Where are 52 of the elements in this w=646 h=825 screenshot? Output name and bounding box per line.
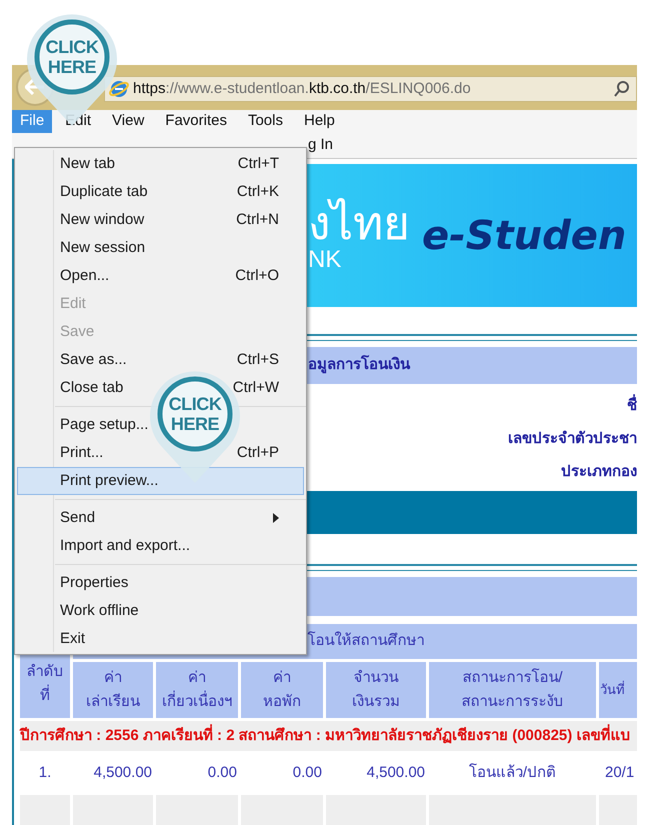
url-text: ://www.e-studentloan. [166, 78, 309, 99]
shortcut-label: Ctrl+O [235, 266, 279, 286]
shortcut-label: Ctrl+S [236, 350, 279, 370]
sign-in-link[interactable]: g In [308, 134, 334, 157]
menu-bar-item[interactable]: Tools [240, 110, 291, 133]
url-text: https [133, 78, 166, 99]
menu-item[interactable]: Duplicate tab [60, 180, 148, 204]
table-header-cell: วันที่ [599, 662, 637, 718]
table-header-cell: สถานะการโอน/ สถานะการระงับ [429, 662, 596, 718]
shortcut-label: Ctrl+W [232, 378, 279, 398]
table-group-row: ปีการศึกษา : 2556 ภาคเรียนที่ : 2 สถานศึกษา : มหาวิทยาลัยราชภัฏเชียงราย (000825) เลขที่แบ [20, 721, 637, 751]
menu-item[interactable]: New tab [60, 152, 116, 176]
menu-item[interactable]: Close tab [60, 376, 124, 400]
table-header-cell: จำนวน เงินรวม [326, 662, 426, 718]
menu-bar-item[interactable]: Favorites [157, 110, 235, 133]
menu-item[interactable]: Print... [60, 442, 104, 464]
section-title: อมูลการโอนเงิน [308, 354, 410, 376]
shortcut-label: Ctrl+N [236, 210, 279, 230]
menu-item[interactable]: Save as... [60, 348, 127, 372]
url-text: /ESLINQ006.do [366, 78, 471, 99]
menu-item[interactable]: Send [60, 506, 279, 530]
shortcut-label: Ctrl+P [236, 442, 279, 463]
table-cell-text: 1. [38, 762, 52, 783]
info-label: ประเภทกอง [561, 462, 637, 482]
menu-item[interactable]: Import and export... [60, 534, 190, 558]
table-header-cell: ค่า เล่าเรียน [73, 662, 153, 718]
shortcut-label: Ctrl+K [236, 182, 279, 202]
menu-item[interactable]: New window [60, 208, 144, 232]
table-header-cell: ค่า เกี่ยวเนื่องฯ [156, 662, 238, 718]
menu-bar-item[interactable]: View [104, 110, 152, 133]
product-logo-text: e-Studen [422, 212, 626, 260]
menu-item[interactable]: Page setup... [60, 414, 148, 436]
url-text: ktb.co.th [308, 78, 366, 99]
table-header-cell: ค่า หอพัก [241, 662, 323, 718]
menu-item[interactable]: Print preview... [17, 467, 304, 495]
menu-item[interactable]: New session [60, 236, 146, 260]
bank-name: งไทย [308, 200, 410, 246]
table-cell-text: 4,500.00 [92, 762, 153, 783]
menu-item[interactable]: Work offline [60, 600, 139, 622]
menu-item[interactable]: Properties [60, 572, 128, 594]
bank-name-english: NK [308, 248, 342, 272]
table-cell-text: 0.00 [206, 762, 238, 783]
table-cell-text: 0.00 [292, 762, 323, 783]
address-bar[interactable]: https://www.e-studentloan.ktb.co.th/ESLINQ006.do [104, 76, 637, 102]
table-cell-text: 4,500.00 [366, 762, 426, 783]
info-label: เลขประจำตัวประชา [508, 429, 637, 450]
menu-item[interactable]: Open... [60, 264, 110, 288]
info-label: ชื่ [627, 390, 637, 423]
shortcut-label: Ctrl+T [238, 154, 279, 174]
table-cell-text: โอนแล้ว/ปกติ [468, 762, 558, 783]
table-cell-text: 20/1 [604, 762, 636, 783]
menu-bar-item[interactable]: Help [296, 110, 343, 133]
